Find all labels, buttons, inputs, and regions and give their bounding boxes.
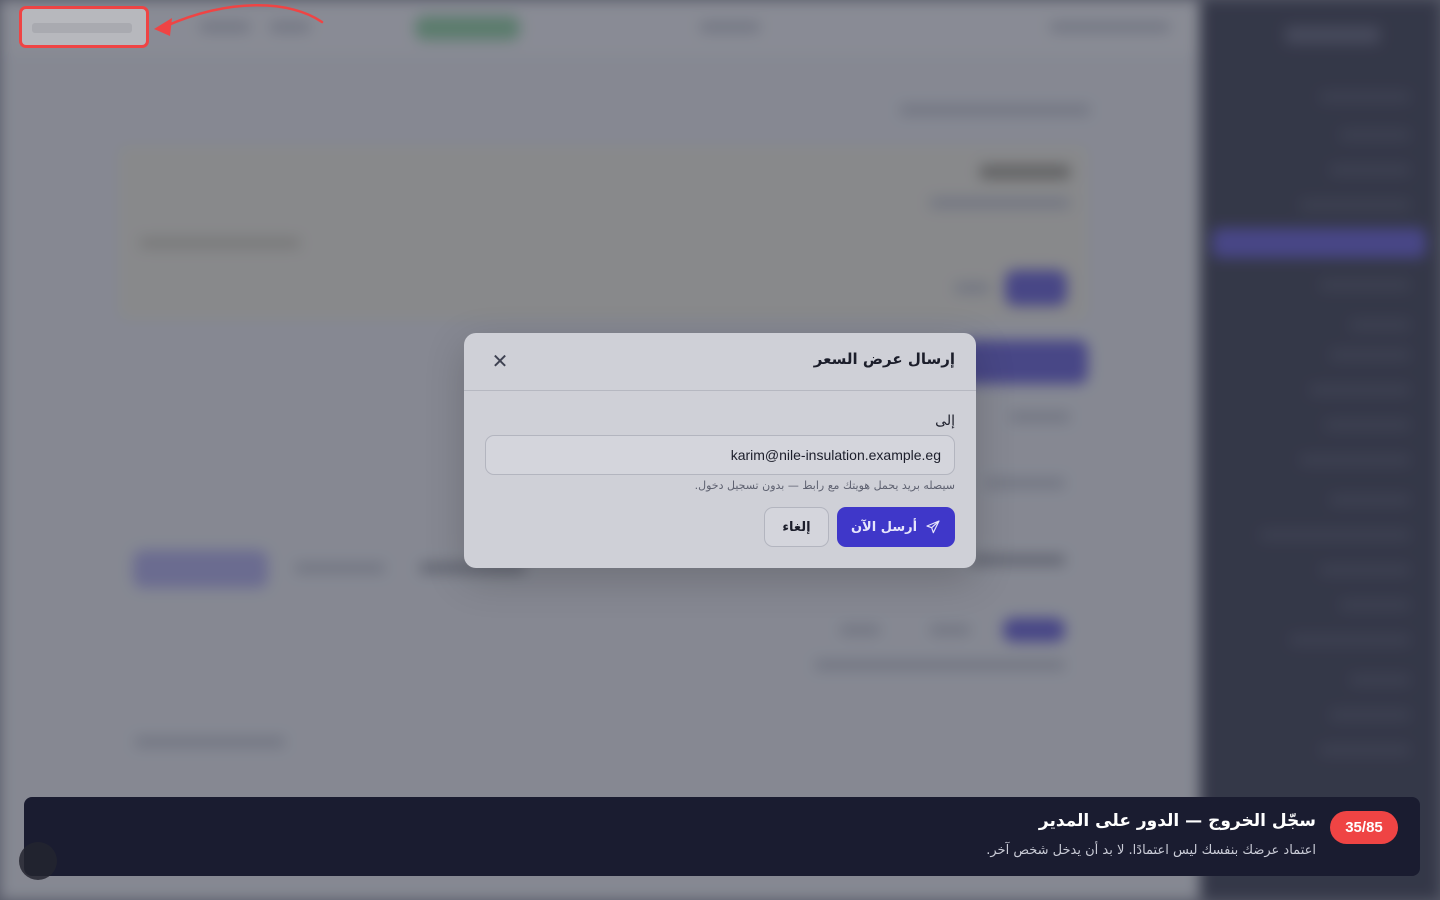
highlighted-field[interactable]: [19, 6, 149, 48]
tour-title: سجّل الخروج — الدور على المدير: [1038, 811, 1316, 831]
dialog-title: إرسال عرض السعر: [813, 350, 955, 368]
recipient-email-input[interactable]: karim@nile-insulation.example.eg: [485, 435, 955, 475]
send-now-button[interactable]: أرسل الآن: [837, 507, 955, 547]
send-now-label: أرسل الآن: [850, 519, 918, 535]
send-quote-dialog: إرسال عرض السعر ✕ إلى karim@nile-insulat…: [464, 333, 976, 568]
recipient-hint: سيصله بريد يحمل هويتك مع رابط — بدون تسج…: [694, 479, 955, 492]
close-icon[interactable]: ✕: [488, 350, 512, 374]
pointer-arrow-icon: [154, 4, 324, 36]
tour-bar: 35/85 سجّل الخروج — الدور على المدير اعت…: [24, 797, 1420, 876]
tour-step-badge: 35/85: [1330, 811, 1398, 844]
dialog-header: إرسال عرض السعر ✕: [464, 333, 976, 391]
paper-plane-icon: [926, 520, 940, 534]
cancel-button[interactable]: إلغاء: [764, 507, 829, 547]
help-button[interactable]: [19, 842, 57, 880]
to-label: إلى: [935, 413, 955, 429]
highlighted-field-content: [32, 23, 132, 33]
tour-subtitle: اعتماد عرضك بنفسك ليس اعتمادًا. لا بد أن…: [986, 843, 1316, 858]
cancel-label: إلغاء: [782, 519, 811, 535]
